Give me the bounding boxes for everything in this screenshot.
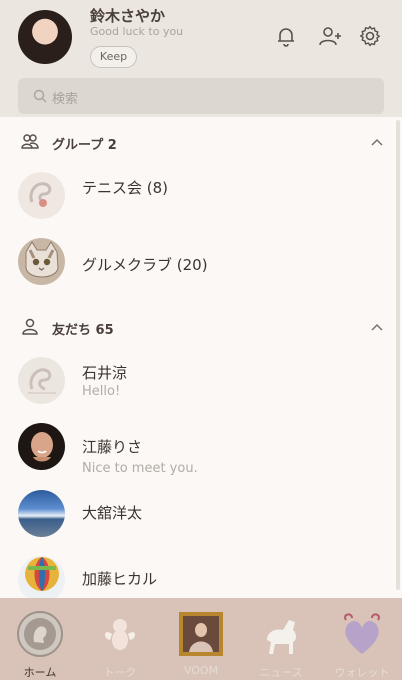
group-avatar (18, 172, 65, 219)
friend-name: 大舘洋太 (82, 504, 143, 522)
tab-wallet[interactable]: ウォレット (322, 598, 402, 680)
chevron-up-icon[interactable] (370, 321, 384, 335)
group-name: テニス会 (8) (82, 179, 169, 197)
bottom-tab-bar: ホーム トーク VOOM ニュース ウォレット (0, 598, 402, 680)
group-avatar (18, 238, 65, 285)
friend-name: 加藤ヒカル (82, 570, 158, 588)
friends-section-header[interactable]: 友だち 65 (0, 313, 402, 343)
heart-ornament-icon (344, 613, 380, 654)
home-cameo-icon (17, 611, 63, 657)
search-bar[interactable]: 検索 (18, 78, 384, 114)
person-icon (22, 318, 38, 335)
friend-name: 江藤りさ (82, 438, 143, 456)
groups-section-header[interactable]: グループ 2 (0, 128, 402, 158)
bell-icon[interactable] (274, 24, 298, 48)
tab-label: ウォレット (334, 666, 390, 679)
group-icon (21, 134, 39, 149)
profile-header: 鈴木さやか Good luck to you Keep 検索 (0, 0, 402, 117)
profile-avatar[interactable] (18, 10, 72, 64)
cherub-icon (104, 619, 136, 650)
tab-news[interactable]: ニュース (241, 598, 321, 680)
friend-avatar (18, 423, 65, 470)
horse-statue-icon (267, 620, 296, 654)
friend-status-message: Hello! (82, 384, 121, 399)
tab-chats[interactable]: トーク (80, 598, 160, 680)
search-placeholder: 検索 (52, 92, 79, 107)
friends-section-title: 友だち 65 (52, 323, 114, 338)
scrollbar[interactable] (396, 120, 400, 590)
chevron-up-icon[interactable] (370, 136, 384, 150)
group-name: グルメクラブ (20) (82, 256, 208, 274)
profile-status-message: Good luck to you (90, 25, 184, 38)
groups-section-title: グループ 2 (52, 138, 117, 153)
group-row[interactable]: グルメクラブ (20) (0, 238, 402, 298)
search-icon (33, 89, 47, 103)
group-row[interactable]: テニス会 (8) (0, 172, 402, 232)
tab-label: トーク (103, 666, 137, 679)
friend-avatar (18, 357, 65, 404)
tab-label: ニュース (259, 666, 303, 679)
friend-avatar (18, 490, 65, 537)
friend-avatar (18, 556, 65, 603)
framed-painting-icon (179, 612, 223, 656)
friend-row[interactable]: 江藤りさ Nice to meet you. (0, 423, 402, 483)
profile-name[interactable]: 鈴木さやか (90, 5, 165, 26)
gear-icon[interactable] (358, 24, 382, 48)
friend-name: 石井涼 (82, 364, 128, 382)
friend-status-message: Nice to meet you. (82, 461, 198, 476)
keep-button[interactable]: Keep (90, 46, 137, 68)
tab-label: ホーム (23, 666, 57, 679)
add-friend-icon[interactable] (318, 24, 342, 48)
tab-voom[interactable]: VOOM (161, 598, 241, 680)
friend-row[interactable]: 石井涼 Hello! (0, 357, 402, 417)
tab-home[interactable]: ホーム (0, 598, 80, 680)
tab-label: VOOM (183, 664, 219, 677)
friend-row[interactable]: 大舘洋太 (0, 490, 402, 550)
